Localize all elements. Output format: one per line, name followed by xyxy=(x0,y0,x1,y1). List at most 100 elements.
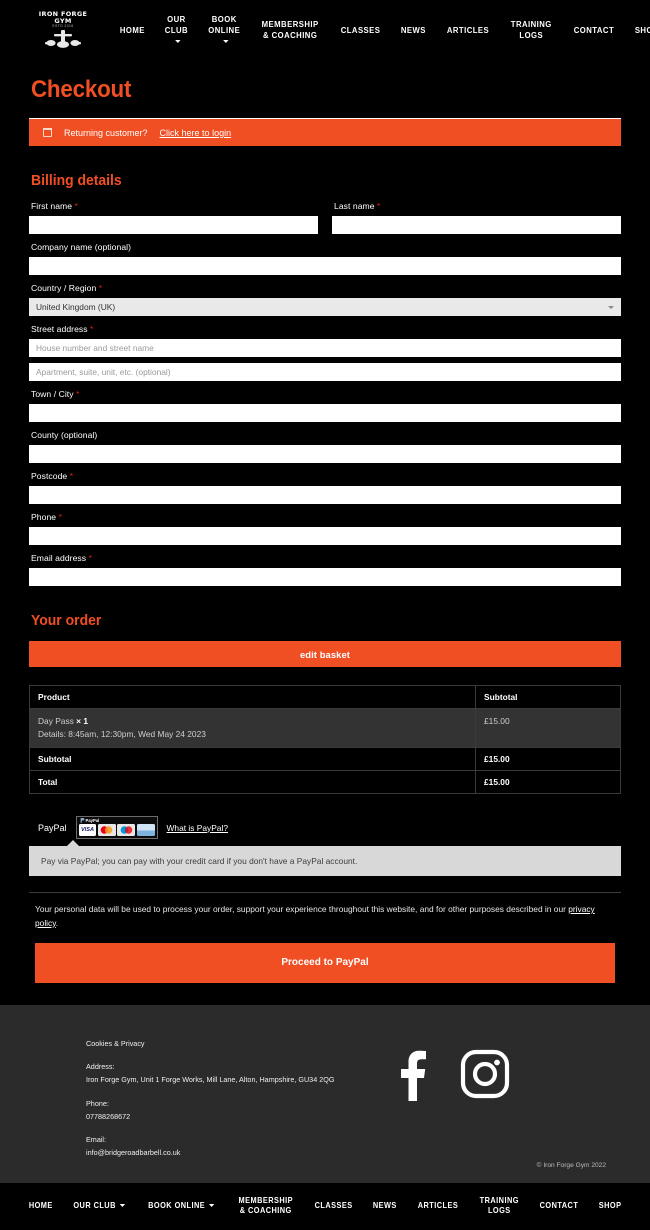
nav-item-home[interactable]: HOME xyxy=(112,25,152,36)
phone-label: Phone * xyxy=(31,512,62,522)
footer-nav-item-our-club[interactable]: OUR CLUB xyxy=(66,1201,133,1211)
street-address-input[interactable] xyxy=(29,339,621,357)
country-select[interactable] xyxy=(29,298,621,316)
street-address-2-input[interactable] xyxy=(29,363,621,381)
nav-item-articles[interactable]: ARTICLES xyxy=(439,25,497,36)
nav-item-our-club[interactable]: OUR CLUB xyxy=(157,14,196,46)
required-marker: * xyxy=(377,201,381,211)
first-name-input[interactable] xyxy=(29,216,318,234)
county-label: County (optional) xyxy=(31,430,98,440)
postcode-field: Postcode * xyxy=(29,471,621,504)
edit-basket-button[interactable]: edit basket xyxy=(29,641,621,667)
postcode-input[interactable] xyxy=(29,486,621,504)
primary-navigation: HOME OUR CLUB BOOK ONLINE MEMBERSHIP & C… xyxy=(110,14,650,46)
town-city-label: Town / City * xyxy=(31,389,80,399)
proceed-to-paypal-button[interactable]: Proceed to PayPal xyxy=(35,942,615,983)
logo-text: IRON FORGE GYM xyxy=(38,10,88,25)
nav-item-news[interactable]: NEWS xyxy=(394,25,434,36)
nav-item-shop[interactable]: SHOP xyxy=(627,25,650,36)
login-link[interactable]: Click here to login xyxy=(160,128,232,138)
last-name-field: Last name * xyxy=(332,201,621,234)
site-logo[interactable]: IRON FORGE GYM ESTD 2016 xyxy=(30,7,96,53)
facebook-icon[interactable] xyxy=(388,1049,434,1167)
first-name-field: First name * xyxy=(29,201,318,234)
footer-nav-item-membership-coaching[interactable]: MEMBERSHIP & COACHING xyxy=(230,1196,300,1217)
last-name-label: Last name * xyxy=(334,201,381,211)
order-item-subtotal: £15.00 xyxy=(475,707,621,749)
nav-item-contact[interactable]: CONTACT xyxy=(566,25,622,36)
privacy-policy-section: Your personal data will be used to proce… xyxy=(29,892,621,983)
table-row: Day Pass × 1 Details: 8:45am, 12:30pm, W… xyxy=(29,707,621,749)
email-input[interactable] xyxy=(29,568,621,586)
phone-value[interactable]: 07788268672 xyxy=(86,1112,356,1122)
cookies-privacy-link[interactable]: Cookies & Privacy xyxy=(86,1039,356,1049)
privacy-text-before: Your personal data will be used to proce… xyxy=(35,904,569,915)
what-is-paypal-link[interactable]: What is PayPal? xyxy=(167,823,228,833)
footer-nav-item-news[interactable]: NEWS xyxy=(365,1201,404,1211)
nav-item-classes[interactable]: CLASSES xyxy=(333,25,388,36)
mastercard-icon xyxy=(97,824,116,837)
required-marker: * xyxy=(69,471,74,481)
town-city-input[interactable] xyxy=(29,404,621,422)
checkout-main: Checkout Returning customer? Click here … xyxy=(0,76,650,983)
site-footer: Cookies & Privacy Address: Iron Forge Gy… xyxy=(0,1004,650,1183)
email-field: Email address * xyxy=(29,553,621,586)
address-label: Address: xyxy=(86,1062,115,1071)
paypal-cards-badge: PayPal VISA xyxy=(75,816,158,840)
footer-social-links xyxy=(370,1039,610,1167)
table-row: Subtotal £15.00 xyxy=(29,747,621,772)
postcode-label: Postcode * xyxy=(31,471,74,481)
table-header-row: Product Subtotal xyxy=(29,685,621,709)
footer-nav-item-book-online[interactable]: BOOK ONLINE xyxy=(141,1201,222,1211)
site-header: IRON FORGE GYM ESTD 2016 HOME OUR CLUB B… xyxy=(0,0,650,60)
privacy-text-after: . xyxy=(55,917,59,928)
phone-field: Phone * xyxy=(29,512,621,545)
required-marker: * xyxy=(88,553,92,563)
email-label: Email address * xyxy=(31,553,92,563)
column-header-subtotal: Subtotal xyxy=(475,685,621,709)
total-value: £15.00 xyxy=(475,770,621,795)
card-logos: VISA xyxy=(78,824,155,837)
last-name-input[interactable] xyxy=(332,216,621,234)
footer-nav-item-contact[interactable]: CONTACT xyxy=(532,1201,586,1211)
nav-item-membership-coaching[interactable]: MEMBERSHIP & COACHING xyxy=(254,19,326,40)
paypal-badge-text: PayPal xyxy=(85,818,100,824)
street-address-field: Street address * xyxy=(29,324,621,357)
copyright-text: © Iron Forge Gym 2022 xyxy=(536,1161,606,1169)
company-label: Company name (optional) xyxy=(31,242,132,252)
order-item-cell: Day Pass × 1 Details: 8:45am, 12:30pm, W… xyxy=(29,707,476,749)
nav-item-book-online[interactable]: BOOK ONLINE xyxy=(200,14,247,46)
company-input[interactable] xyxy=(29,257,621,275)
footer-nav-item-home[interactable]: HOME xyxy=(21,1201,60,1211)
footer-nav-item-training-logs[interactable]: TRAINING LOGS xyxy=(472,1196,527,1217)
required-marker: * xyxy=(76,389,80,399)
required-marker: * xyxy=(58,512,62,522)
street-address-label: Street address * xyxy=(31,324,94,334)
paypal-description: Pay via PayPal; you can pay with your cr… xyxy=(29,840,621,877)
subtotal-value: £15.00 xyxy=(475,747,621,772)
footer-nav-item-shop[interactable]: SHOP xyxy=(591,1201,629,1211)
county-input[interactable] xyxy=(29,445,621,463)
page-title: Checkout xyxy=(31,76,132,103)
returning-customer-notice: Returning customer? Click here to login xyxy=(29,118,621,146)
paypal-method-row[interactable]: PayPal PayPal VISA What is PayPal? xyxy=(29,816,621,840)
county-field: County (optional) xyxy=(29,430,621,463)
country-select-wrapper[interactable] xyxy=(29,297,621,316)
name-row: First name * Last name * xyxy=(29,201,621,242)
company-field: Company name (optional) xyxy=(29,242,621,275)
town-city-field: Town / City * xyxy=(29,389,621,422)
footer-nav-item-articles[interactable]: ARTICLES xyxy=(410,1201,466,1211)
footer-nav-item-classes[interactable]: CLASSES xyxy=(307,1201,360,1211)
footer-navigation: HOME OUR CLUB BOOK ONLINE MEMBERSHIP & C… xyxy=(0,1182,650,1230)
first-name-label: First name * xyxy=(31,201,78,211)
nav-item-training-logs[interactable]: TRAINING LOGS xyxy=(503,19,559,40)
your-order-heading: Your order xyxy=(31,612,102,629)
required-marker: * xyxy=(98,283,103,293)
order-item-name: Day Pass xyxy=(38,716,74,726)
column-header-product: Product xyxy=(29,685,476,709)
country-label: Country / Region * xyxy=(31,283,103,293)
phone-input[interactable] xyxy=(29,527,621,545)
instagram-icon[interactable] xyxy=(460,1049,510,1167)
payment-methods: PayPal PayPal VISA What is PayPal? Pay v… xyxy=(29,816,621,877)
paypal-method-label: PayPal xyxy=(38,822,67,833)
